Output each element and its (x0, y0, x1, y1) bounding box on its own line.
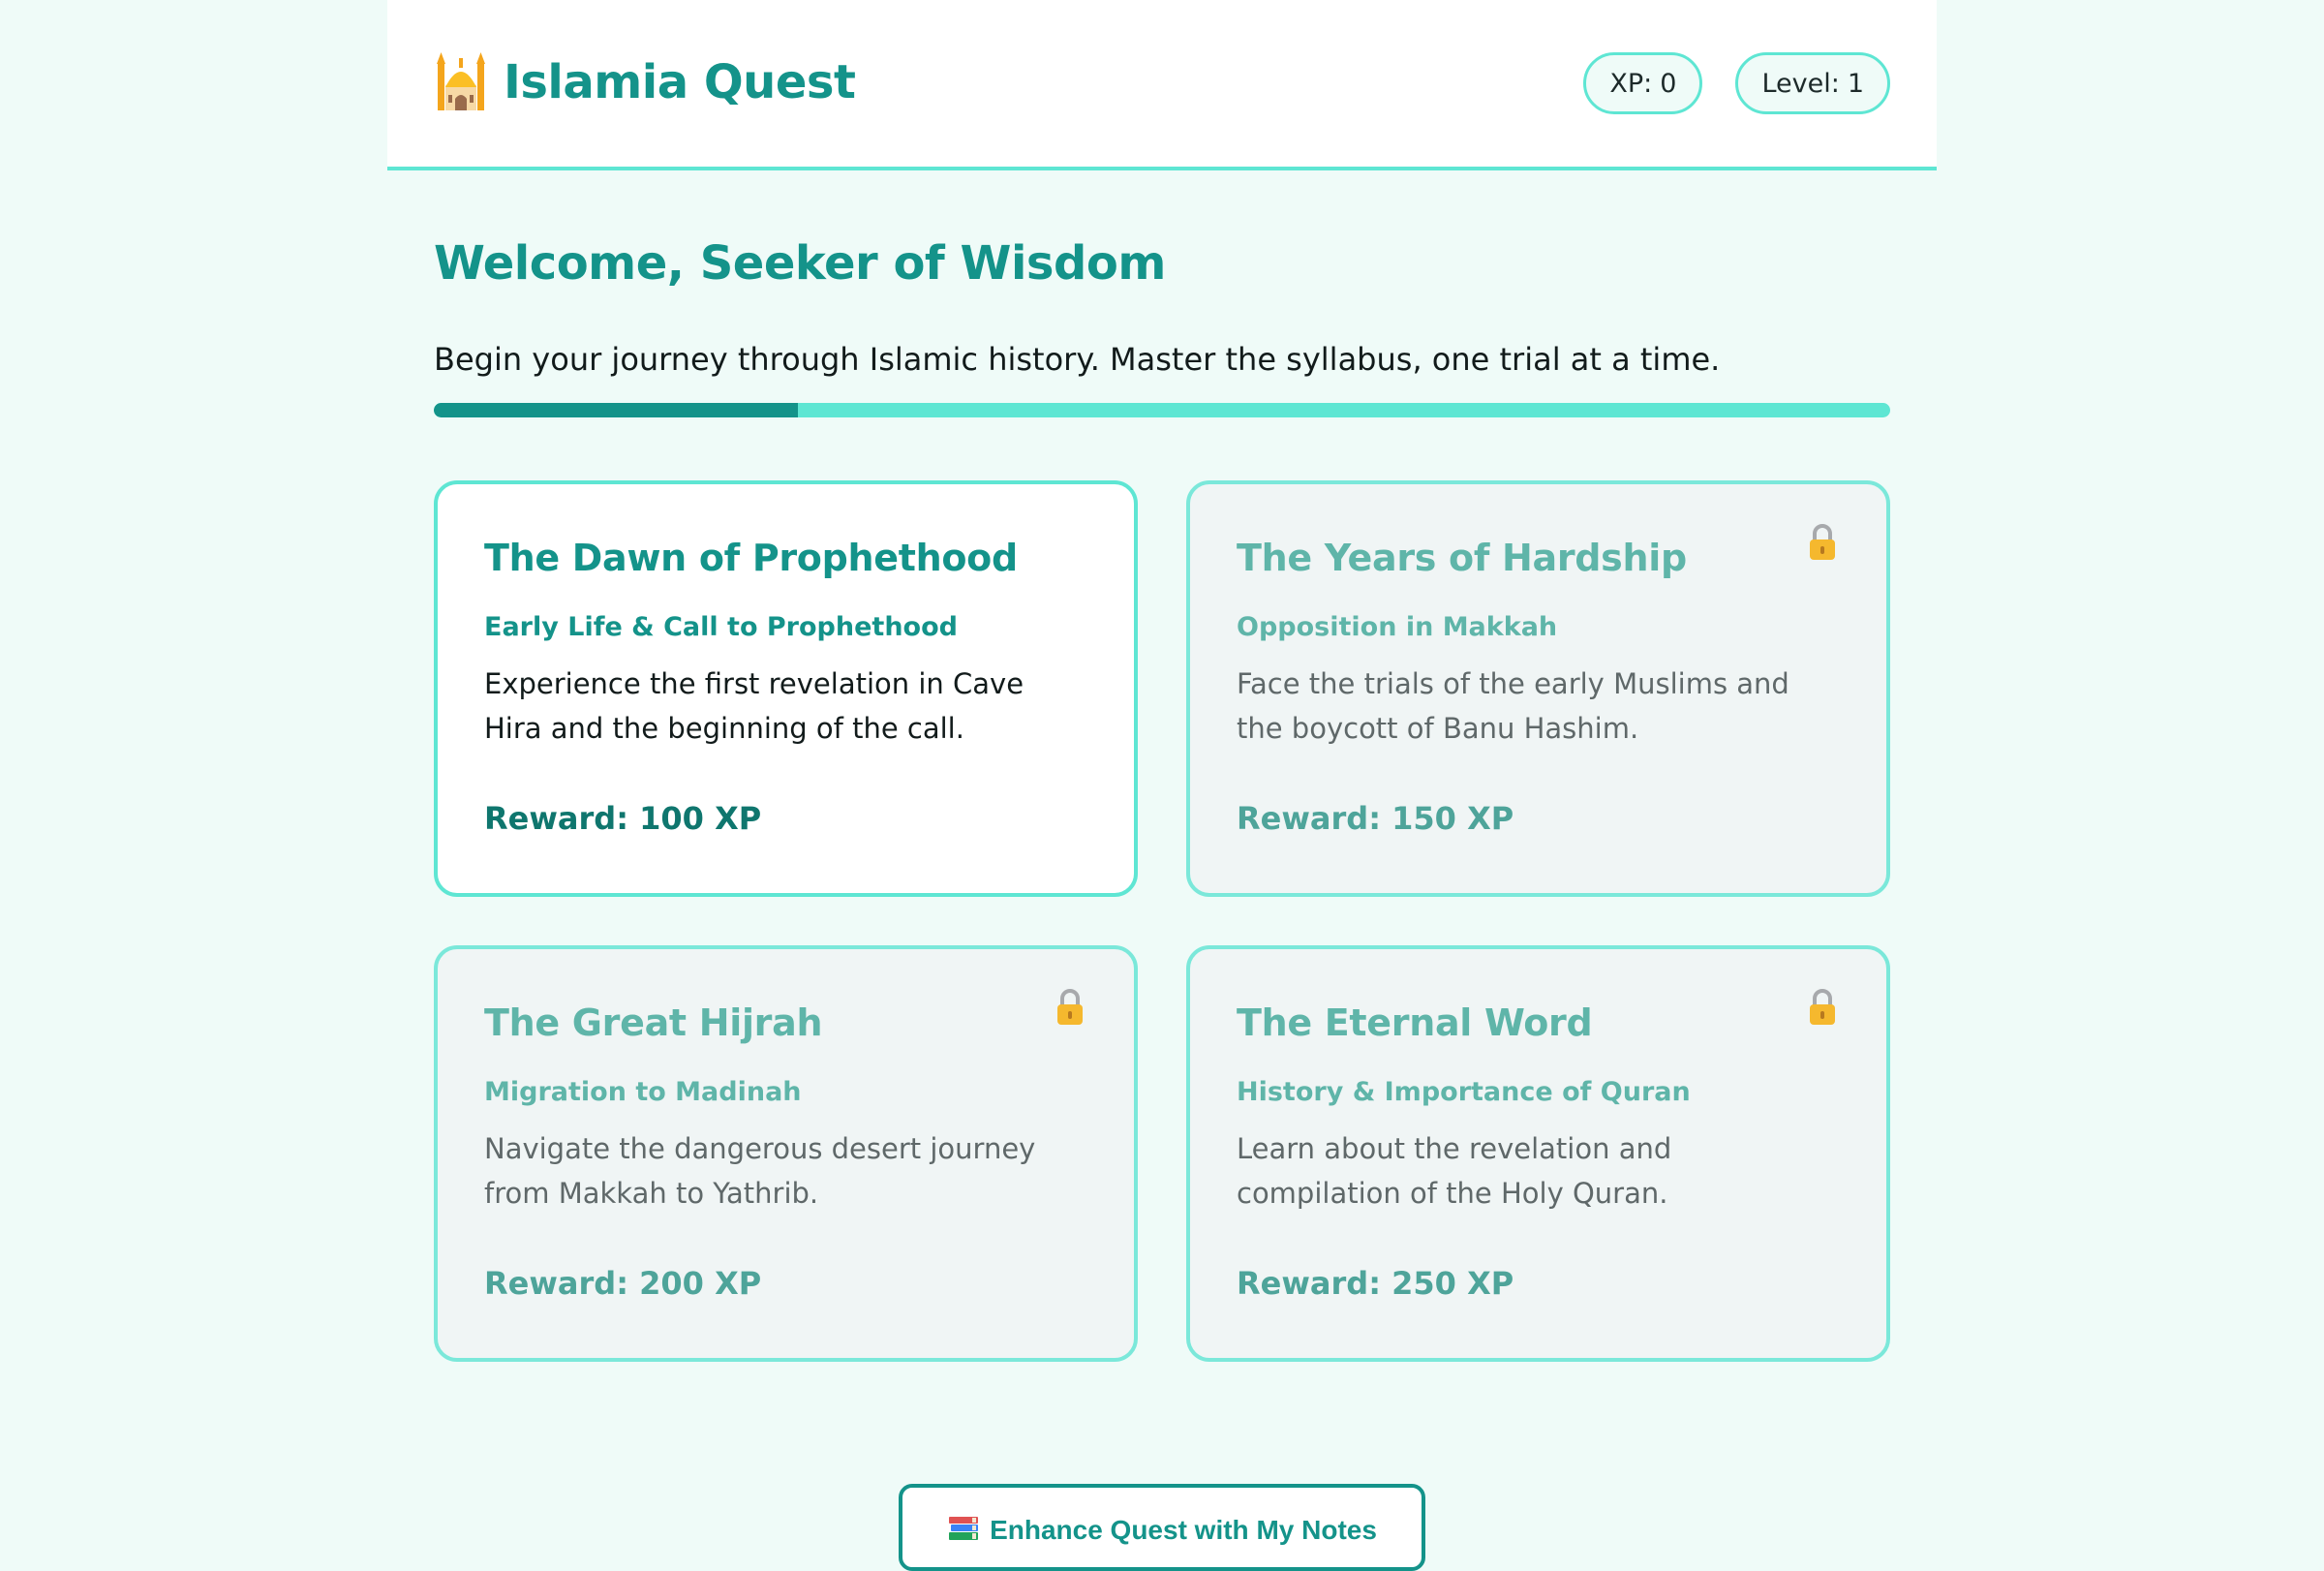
app-logo: Islamia Quest (434, 50, 856, 114)
quest-subtitle: Opposition in Makkah (1237, 612, 1558, 642)
level-value: 1 (1847, 68, 1864, 99)
xp-value: 0 (1660, 68, 1677, 99)
mosque-icon (437, 52, 485, 110)
player-stats: XP: 0 Level: 1 (1583, 52, 1890, 114)
quest-title: The Eternal Word (1237, 1001, 1593, 1044)
quest-description: Learn about the revelation and compilati… (1237, 1132, 1672, 1210)
xp-badge: XP: 0 (1583, 52, 1703, 114)
app-title: Islamia Quest (504, 55, 856, 109)
quest-description: Experience the first revelation in Cave … (484, 667, 1024, 745)
quest-title: The Years of Hardship (1237, 537, 1687, 579)
quest-card-locked[interactable]: The Eternal Word History & Importance of… (1186, 945, 1890, 1362)
books-icon (949, 1517, 979, 1540)
quest-subtitle: Migration to Madinah (484, 1077, 802, 1107)
quest-title: The Dawn of Prophethood (484, 537, 1018, 579)
quest-description: Face the trials of the early Muslims and… (1237, 667, 1789, 745)
quest-title: The Great Hijrah (484, 1001, 823, 1044)
progress-fill (434, 403, 798, 417)
quest-reward: Reward: 250 XP (1237, 1265, 1514, 1302)
quest-reward: Reward: 100 XP (484, 800, 762, 837)
lock-icon (1057, 989, 1083, 1025)
quest-description: Navigate the dangerous desert journey fr… (484, 1132, 1036, 1210)
quest-card[interactable]: The Dawn of Prophethood Early Life & Cal… (434, 480, 1138, 897)
quest-subtitle: History & Importance of Quran (1237, 1077, 1691, 1107)
quest-reward: Reward: 200 XP (484, 1265, 762, 1302)
app-container: Islamia Quest XP: 0 Level: 1 Welcome, Se… (387, 0, 1937, 1571)
lock-icon (1810, 989, 1835, 1025)
xp-label: XP: (1609, 68, 1653, 99)
notes-button-label: Enhance Quest with My Notes (990, 1515, 1377, 1545)
quest-subtitle: Early Life & Call to Prophethood (484, 612, 958, 642)
quest-card-locked[interactable]: The Years of Hardship Opposition in Makk… (1186, 480, 1890, 897)
enhance-quest-notes-button[interactable]: Enhance Quest with My Notes (899, 1484, 1425, 1571)
level-label: Level: (1761, 68, 1840, 99)
header: Islamia Quest XP: 0 Level: 1 (387, 0, 1937, 170)
quest-grid: The Dawn of Prophethood Early Life & Cal… (434, 480, 1890, 1362)
lock-icon (1810, 524, 1835, 560)
quest-reward: Reward: 150 XP (1237, 800, 1514, 837)
welcome-heading: Welcome, Seeker of Wisdom (434, 236, 1166, 291)
intro-text: Begin your journey through Islamic histo… (434, 341, 1721, 378)
level-badge: Level: 1 (1735, 52, 1890, 114)
quest-card-locked[interactable]: The Great Hijrah Migration to Madinah Na… (434, 945, 1138, 1362)
syllabus-progress-bar (434, 403, 1890, 417)
